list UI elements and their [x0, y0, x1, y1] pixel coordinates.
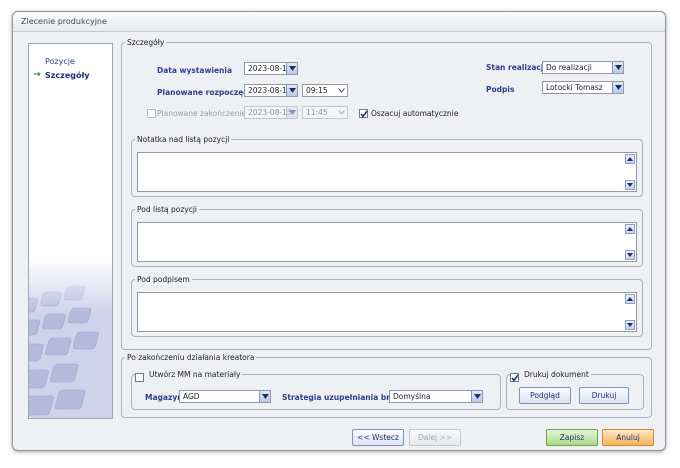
issue-date-field[interactable]: 2023-08-14 — [244, 62, 298, 75]
chevron-down-icon — [338, 110, 345, 115]
note-below-legend: Pod listą pozycji — [137, 205, 197, 214]
cancel-button[interactable]: Anuluj — [602, 429, 654, 446]
warehouse-label: Magazyn — [145, 393, 183, 402]
planned-end-date-field: 2023-08-15 — [244, 106, 298, 119]
scroll-up-icon[interactable] — [625, 294, 635, 304]
planned-start-label: Planowane rozpoczęcie — [157, 88, 256, 97]
keyboard-decoration-image — [29, 258, 112, 418]
chevron-down-icon[interactable] — [612, 82, 623, 93]
status-label: Stan realizacji — [486, 63, 546, 72]
strategy-select[interactable]: Domyślna — [389, 390, 483, 403]
chevron-down-icon[interactable] — [612, 62, 623, 73]
back-button[interactable]: << Wstecz — [352, 429, 404, 446]
issue-date-label: Data wystawienia — [157, 66, 233, 75]
warehouse-select[interactable]: AGD — [179, 390, 271, 403]
chevron-down-icon[interactable] — [259, 391, 270, 402]
calendar-dropdown-icon[interactable] — [286, 63, 297, 74]
planned-end-time-field: 11:45 — [302, 106, 348, 119]
scroll-down-icon[interactable] — [625, 320, 635, 330]
calendar-dropdown-icon — [286, 107, 297, 118]
scroll-down-icon[interactable] — [625, 180, 635, 190]
preview-button[interactable]: Podgląd — [519, 387, 571, 404]
create-mm-label: Utwórz MM na materiały — [149, 370, 241, 379]
sidebar-item-szczegoly[interactable]: → Szczegóły — [29, 68, 112, 82]
arrow-right-icon: → — [33, 70, 41, 80]
note-above-legend: Notatka nad listą pozycji — [137, 135, 230, 144]
sidebar-item-label: Pozycje — [45, 56, 75, 66]
note-signature-textarea[interactable] — [137, 292, 637, 332]
details-legend: Szczegóły — [127, 38, 165, 47]
print-doc-checkbox[interactable] — [510, 373, 519, 382]
after-wizard-legend: Po zakończeniu działania kreatora — [127, 353, 255, 362]
window-title: Zlecenie produkcyjne — [13, 12, 665, 32]
note-above-textarea[interactable] — [137, 152, 637, 192]
sidebar: Pozycje → Szczegóły — [28, 43, 113, 419]
print-button[interactable]: Drukuj — [579, 387, 629, 404]
print-doc-label: Drukuj dokument — [524, 370, 589, 379]
note-below-textarea[interactable] — [137, 222, 637, 262]
next-button[interactable]: Dalej >> — [409, 429, 461, 446]
save-button[interactable]: Zapisz — [546, 429, 598, 446]
sidebar-item-pozycje[interactable]: Pozycje — [29, 54, 112, 68]
signature-select[interactable]: Lotocki Tomasz — [542, 81, 624, 94]
note-signature-legend: Pod podpisem — [137, 275, 190, 284]
chevron-down-icon[interactable] — [338, 88, 345, 93]
chevron-down-icon[interactable] — [471, 391, 482, 402]
sidebar-item-label: Szczegóły — [45, 70, 90, 80]
scroll-down-icon[interactable] — [625, 250, 635, 260]
auto-estimate-label: Oszacuj automatycznie — [371, 109, 459, 118]
planned-start-date-field[interactable]: 2023-08-15 — [244, 84, 298, 97]
planned-end-checkbox[interactable] — [147, 109, 156, 118]
auto-estimate-checkbox[interactable] — [359, 109, 368, 118]
checkmark-icon — [360, 110, 368, 118]
signature-label: Podpis — [486, 85, 515, 94]
status-select[interactable]: Do realizacji — [542, 61, 624, 74]
checkmark-icon — [511, 374, 519, 382]
planned-start-time-field[interactable]: 09:15 — [302, 84, 348, 97]
calendar-dropdown-icon[interactable] — [286, 85, 297, 96]
scroll-up-icon[interactable] — [625, 154, 635, 164]
create-mm-checkbox[interactable] — [135, 373, 144, 382]
scroll-up-icon[interactable] — [625, 224, 635, 234]
planned-end-label: Planowane zakończenie — [157, 109, 247, 118]
wizard-window: Zlecenie produkcyjne Pozycje → Szczegóły — [12, 11, 666, 451]
